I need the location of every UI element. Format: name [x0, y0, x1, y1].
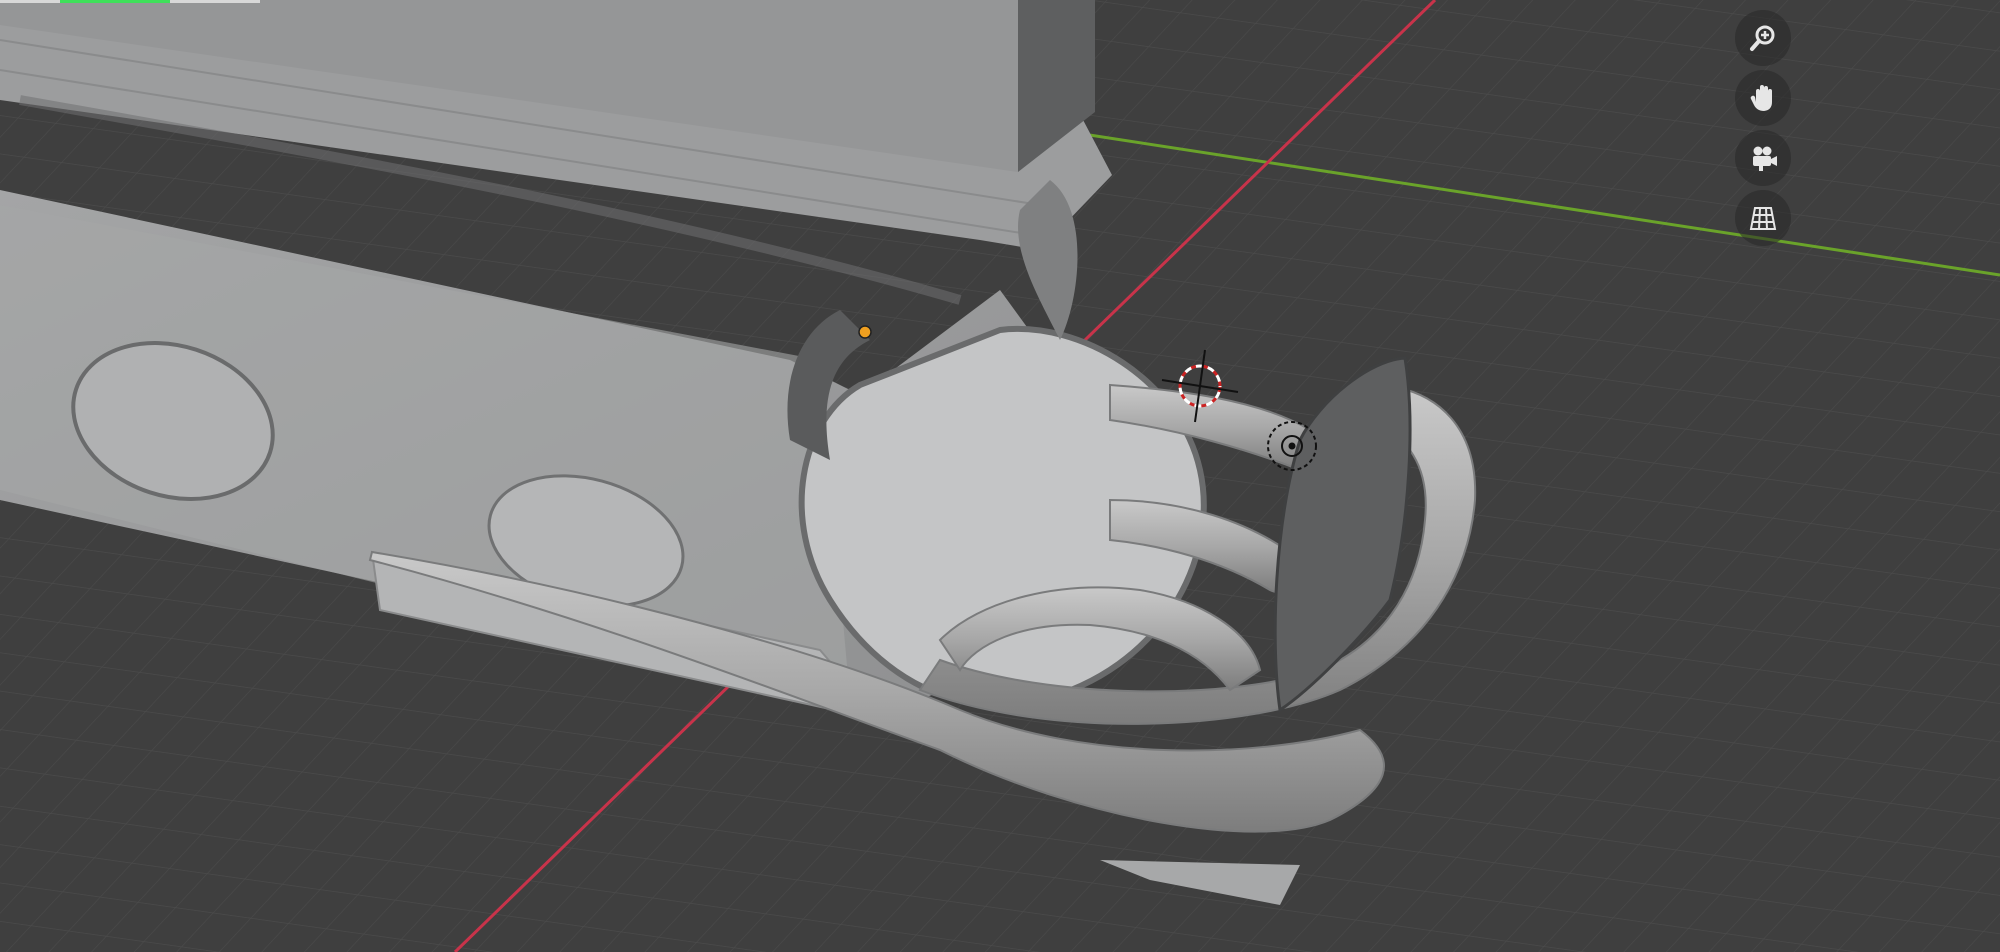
- hand-icon: [1750, 85, 1772, 111]
- navigation-gizmo: [1734, 10, 1792, 246]
- render-progress-bar: [0, 0, 260, 3]
- object-origin-point[interactable]: [858, 325, 872, 339]
- 3d-viewport[interactable]: [0, 0, 2000, 952]
- camera-icon: [1753, 146, 1777, 171]
- zoom-button[interactable]: [1735, 10, 1791, 66]
- pan-button[interactable]: [1735, 70, 1791, 126]
- camera-view-button[interactable]: [1735, 130, 1791, 186]
- viewport-scene[interactable]: [0, 0, 2000, 952]
- toggle-projection-button[interactable]: [1735, 190, 1791, 246]
- grid-perspective-icon: [1749, 207, 1777, 230]
- render-progress-fill: [60, 0, 170, 3]
- zoom-in-icon: [1750, 25, 1775, 51]
